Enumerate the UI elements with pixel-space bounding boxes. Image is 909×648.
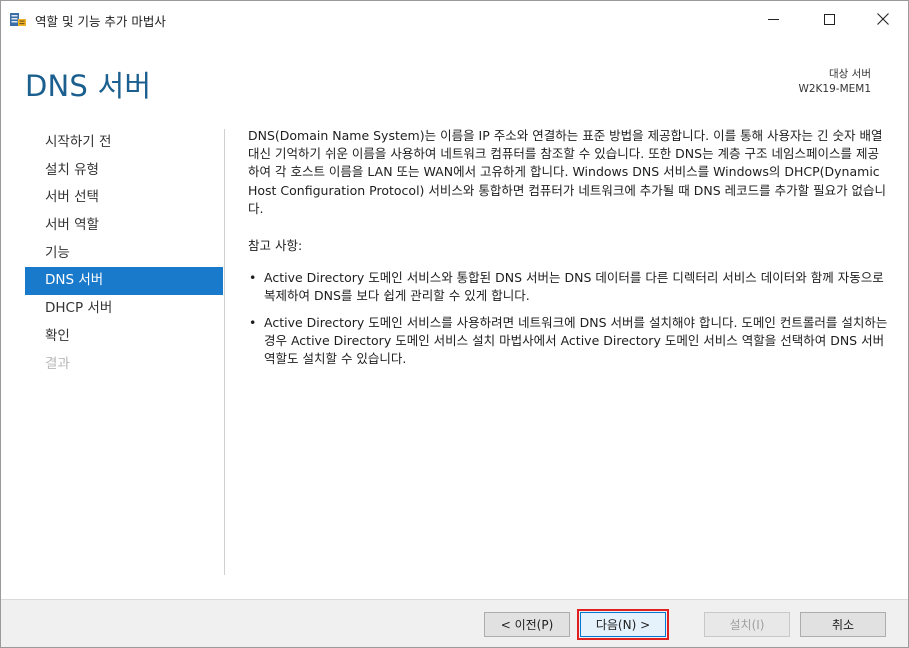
target-server-label: 대상 서버 — [829, 68, 871, 80]
nav-divider — [224, 129, 225, 575]
nav-item-features[interactable]: 기능 — [25, 240, 223, 268]
content-pane: DNS(Domain Name System)는 이름을 IP 주소와 연결하는… — [248, 127, 888, 376]
close-button[interactable] — [860, 1, 906, 37]
list-item: Active Directory 도메인 서비스를 사용하려면 네트워크에 DN… — [248, 314, 888, 369]
maximize-icon — [823, 13, 835, 25]
window-title: 역할 및 기능 추가 마법사 — [35, 14, 166, 29]
notes-heading: 참고 사항: — [248, 238, 303, 254]
close-icon — [877, 13, 889, 25]
list-item: Active Directory 도메인 서비스와 통합된 DNS 서버는 DN… — [248, 269, 888, 305]
nav-item-confirmation[interactable]: 확인 — [25, 323, 223, 351]
cancel-button[interactable]: 취소 — [800, 612, 886, 637]
maximize-button[interactable] — [806, 1, 852, 37]
notes-list: Active Directory 도메인 서비스와 통합된 DNS 서버는 DN… — [248, 269, 888, 368]
title-bar: 역할 및 기능 추가 마법사 — [1, 1, 908, 37]
wizard-window: 역할 및 기능 추가 마법사 DNS 서버 대상 서버 W2K19-MEM1 시… — [0, 0, 909, 648]
target-server: 대상 서버 W2K19-MEM1 — [798, 67, 871, 97]
button-bar: < 이전(P) 다음(N) > 설치(I) 취소 — [1, 599, 908, 647]
minimize-icon — [767, 14, 779, 25]
install-button: 설치(I) — [704, 612, 790, 637]
wizard-nav: 시작하기 전 설치 유형 서버 선택 서버 역할 기능 DNS 서버 DHCP … — [25, 129, 223, 378]
nav-item-server-selection[interactable]: 서버 선택 — [25, 184, 223, 212]
previous-button[interactable]: < 이전(P) — [484, 612, 570, 637]
next-button[interactable]: 다음(N) > — [580, 612, 666, 637]
nav-item-server-roles[interactable]: 서버 역할 — [25, 212, 223, 240]
nav-item-dns-server[interactable]: DNS 서버 — [25, 267, 223, 296]
minimize-button[interactable] — [750, 1, 796, 37]
intro-text: DNS(Domain Name System)는 이름을 IP 주소와 연결하는… — [248, 128, 887, 216]
nav-item-dhcp-server[interactable]: DHCP 서버 — [25, 295, 223, 323]
page-title: DNS 서버 — [25, 69, 152, 103]
nav-item-before-you-begin[interactable]: 시작하기 전 — [25, 129, 223, 157]
nav-item-results: 결과 — [45, 355, 70, 372]
server-manager-icon — [9, 10, 27, 28]
target-server-name: W2K19-MEM1 — [798, 83, 871, 95]
nav-item-installation-type[interactable]: 설치 유형 — [25, 157, 223, 185]
